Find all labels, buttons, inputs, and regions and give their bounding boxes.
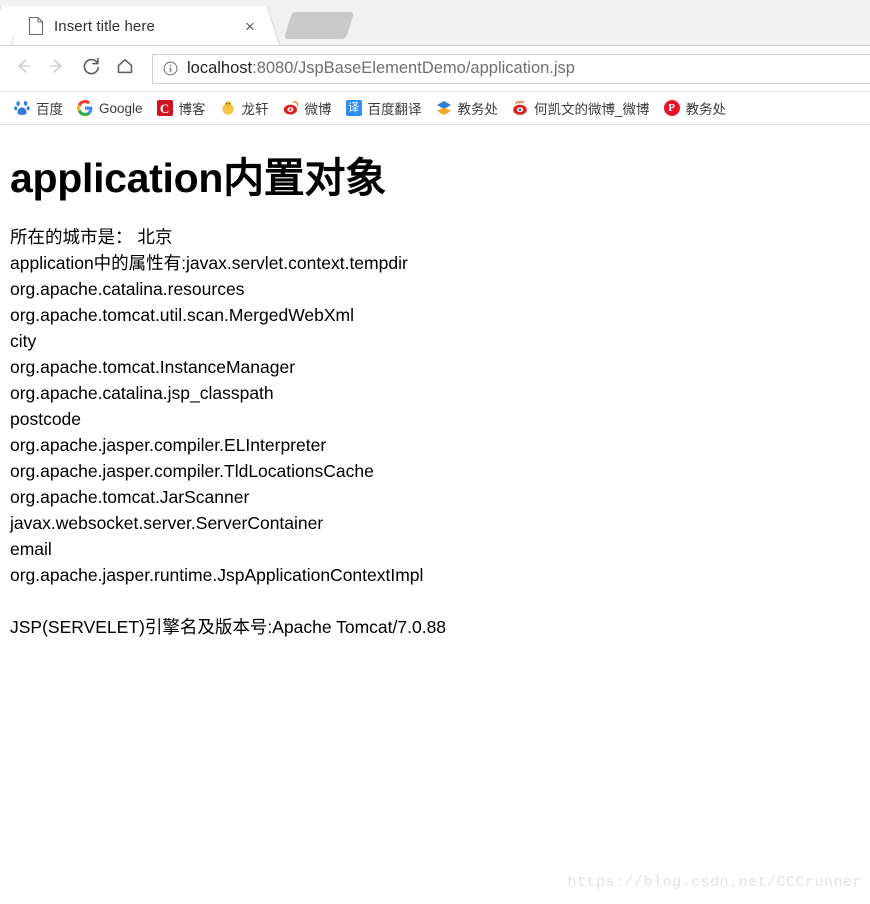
content-line: org.apache.jasper.compiler.TldLocationsC… xyxy=(10,461,374,482)
address-bar[interactable]: localhost:8080/JspBaseElementDemo/applic… xyxy=(152,53,870,84)
content-line: application中的属性有:javax.servlet.context.t… xyxy=(10,253,408,274)
document-icon xyxy=(28,16,44,36)
page-content: 所在的城市是： 北京 application中的属性有:javax.servle… xyxy=(0,200,870,640)
content-line: 所在的城市是： 北京 xyxy=(10,227,173,248)
browser-tab-active[interactable]: Insert title here × xyxy=(14,6,266,46)
content-line: org.apache.catalina.resources xyxy=(10,279,245,300)
chick-icon xyxy=(219,100,236,116)
address-bar-url: localhost:8080/JspBaseElementDemo/applic… xyxy=(187,59,575,78)
bookmark-label: 微博 xyxy=(304,102,332,117)
arrow-left-icon xyxy=(13,56,33,81)
reload-button[interactable] xyxy=(74,52,108,86)
content-line: org.apache.catalina.jsp_classpath xyxy=(10,383,274,404)
pptv-glyph: P xyxy=(668,101,675,114)
bookmark-label: 百度 xyxy=(36,102,63,117)
bookmark-jiaowuchu-2[interactable]: P 教务处 xyxy=(658,96,733,120)
tab-strip-divider xyxy=(0,45,870,46)
url-host: localhost xyxy=(187,59,253,77)
bookmark-label: 龙轩 xyxy=(241,102,269,117)
forward-button[interactable] xyxy=(40,52,74,86)
csdn-icon: C xyxy=(156,100,173,116)
bookmark-hekaiwen-weibo[interactable]: 何凯文的微博_微博 xyxy=(506,96,656,120)
content-line: city xyxy=(10,331,37,352)
home-button[interactable] xyxy=(108,52,142,86)
content-line: postcode xyxy=(10,409,82,430)
page-info-icon[interactable] xyxy=(163,61,178,76)
translate-icon: 译 xyxy=(345,100,362,116)
bookmark-label: 百度翻译 xyxy=(367,102,422,117)
content-line: org.apache.tomcat.InstanceManager xyxy=(10,357,296,378)
bookmark-weibo[interactable]: 微博 xyxy=(277,96,338,120)
bookmark-label: 何凯文的微博_微博 xyxy=(534,102,650,117)
csdn-glyph: C xyxy=(159,100,170,116)
tab-title: Insert title here xyxy=(54,17,155,35)
url-path: :8080/JspBaseElementDemo/application.jsp xyxy=(252,59,575,77)
baidu-icon xyxy=(14,100,30,116)
bookmarks-bar: 百度 Google C 博客 龙轩 微博 译 百度翻译 教务处 何凯文的微博_微… xyxy=(0,92,870,125)
bookmark-baidu-translate[interactable]: 译 百度翻译 xyxy=(340,96,428,120)
arrow-right-icon xyxy=(47,56,67,81)
content-line: org.apache.jasper.compiler.ELInterpreter xyxy=(10,435,327,456)
page-title: application内置对象 xyxy=(10,155,386,201)
content-line: email xyxy=(10,539,52,560)
bookmark-label: 博客 xyxy=(178,102,206,117)
tab-strip: Insert title here × xyxy=(0,0,870,46)
bookmark-label: Google xyxy=(99,100,143,116)
content-line: org.apache.tomcat.JarScanner xyxy=(10,487,250,508)
browser-toolbar: localhost:8080/JspBaseElementDemo/applic… xyxy=(0,46,870,92)
bookmark-google[interactable]: Google xyxy=(71,96,149,120)
engine-version-line: JSP(SERVELET)引擎名及版本号:Apache Tomcat/7.0.8… xyxy=(10,617,447,638)
close-icon[interactable]: × xyxy=(240,16,260,36)
new-tab-placeholder[interactable] xyxy=(283,12,355,39)
content-line: org.apache.jasper.runtime.JspApplication… xyxy=(10,565,424,586)
google-icon xyxy=(77,100,93,116)
watermark: https://blog.csdn.net/CCCrunner xyxy=(567,874,862,891)
translate-glyph: 译 xyxy=(348,101,360,114)
browser-window: Insert title here × localhost:8080/JspBa… xyxy=(0,0,870,904)
bookmark-label: 教务处 xyxy=(457,102,499,117)
bookmark-jiaowuchu-1[interactable]: 教务处 xyxy=(430,96,505,120)
content-line: javax.websocket.server.ServerContainer xyxy=(10,513,324,534)
school-icon xyxy=(435,100,452,116)
back-button[interactable] xyxy=(6,52,40,86)
weibo-icon xyxy=(282,100,299,116)
bookmark-label: 教务处 xyxy=(685,102,727,117)
page-viewport: application内置对象 所在的城市是： 北京 application中的… xyxy=(0,125,870,903)
content-line: org.apache.tomcat.util.scan.MergedWebXml xyxy=(10,305,355,326)
weibo-icon xyxy=(512,100,529,116)
bookmark-csdn[interactable]: C 博客 xyxy=(151,96,212,120)
reload-icon xyxy=(81,56,102,82)
pptv-icon: P xyxy=(663,100,680,116)
home-icon xyxy=(115,56,135,81)
bookmark-baidu[interactable]: 百度 xyxy=(8,96,69,120)
bookmark-longxuan[interactable]: 龙轩 xyxy=(214,96,275,120)
